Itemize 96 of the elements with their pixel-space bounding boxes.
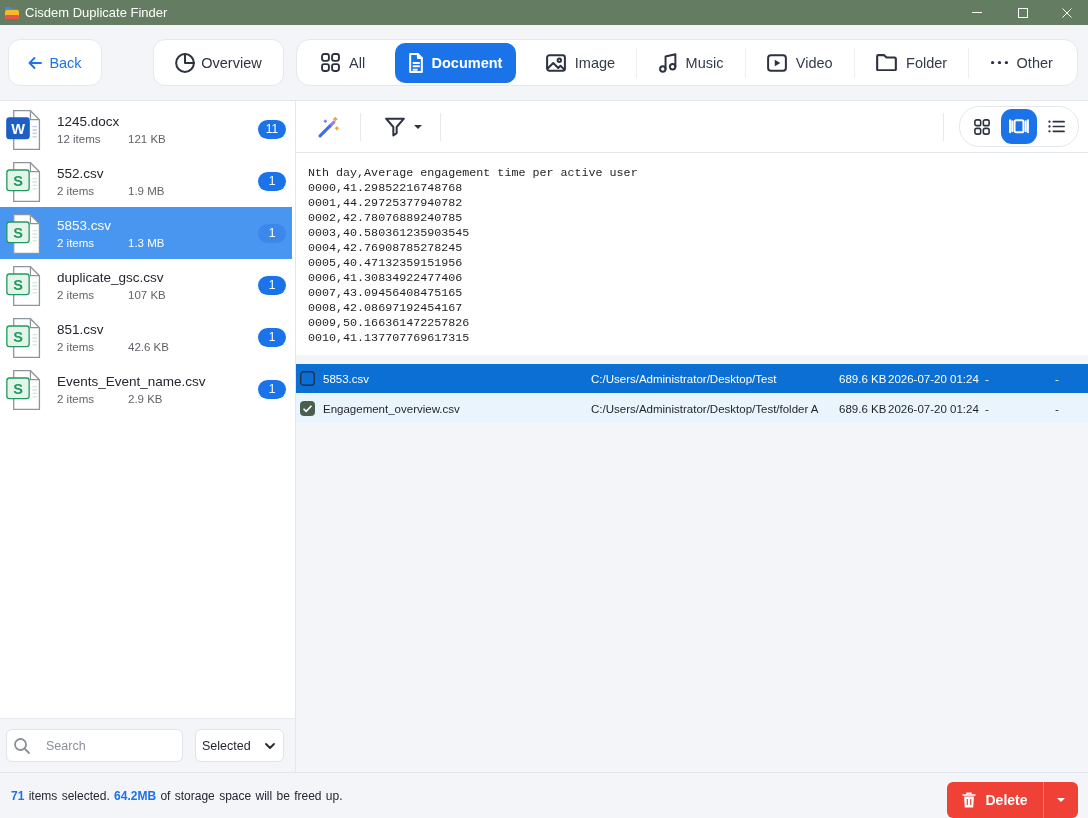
- category-tab[interactable]: Document: [394, 42, 517, 83]
- file-name: 552.csv: [57, 165, 104, 181]
- selection-summary: 71 items selected. 64.2MB of storage space will be freed up.: [11, 788, 343, 803]
- modified-date: 2026-07-20 01:24: [888, 372, 980, 385]
- grid-icon: [321, 53, 340, 72]
- table-cell-text: -: [985, 402, 990, 415]
- filter-icon: [385, 116, 405, 137]
- file-group-item[interactable]: S 5853.csv 2 items 1.3 MB 1: [0, 207, 292, 259]
- item-count: 2 items: [57, 236, 96, 249]
- close-icon: [1062, 7, 1072, 18]
- grid-icon: [974, 118, 990, 135]
- file-size: 121 KB: [128, 132, 166, 145]
- overview-button[interactable]: Overview: [153, 39, 284, 86]
- trash-icon: [962, 791, 977, 808]
- preview-text-line: 0007,43.09456408475165: [308, 286, 463, 301]
- preview-text-line: 0000,41.29852216748768: [308, 181, 463, 196]
- file-row[interactable]: 5853.csv C:/Users/Administrator/Desktop/Test 689.6 KB2026-07-20 01:24 - -: [296, 364, 1088, 393]
- app-logo-icon: [4, 5, 20, 20]
- file-name: duplicate_gsc.csv: [57, 269, 164, 285]
- count-badge: 11: [258, 119, 286, 139]
- file-path: C:/Users/Administrator/Desktop/Test: [591, 372, 778, 385]
- preview-icon: [1009, 119, 1029, 134]
- item-count: 2 items: [57, 392, 96, 405]
- preview-text-line: 0002,42.78076889240785: [308, 211, 463, 226]
- preview-text-line: Nth day,Average engagement time per active user: [308, 166, 638, 181]
- preview-text-line: 0004,42.76908785278245: [308, 241, 463, 256]
- preview-text-line: 0006,41.30834922477406: [308, 271, 463, 286]
- item-count: 2 items: [57, 340, 96, 353]
- pie-chart-icon: [175, 52, 196, 73]
- file-group-item[interactable]: S 552.csv 2 items 1.9 MB 1: [0, 155, 292, 207]
- category-tab[interactable]: Other: [976, 42, 1067, 83]
- delete-options-button[interactable]: [1043, 781, 1078, 818]
- search-field[interactable]: Search: [6, 729, 183, 762]
- play-button-icon: [766, 53, 787, 72]
- table-cell: -: [1055, 372, 1059, 385]
- folder-icon: [876, 53, 898, 72]
- category-tab[interactable]: Image: [531, 42, 630, 83]
- category-tab[interactable]: Folder: [862, 42, 962, 83]
- modified-date: 2026-07-20 01:24: [888, 402, 980, 415]
- dots-icon: [990, 60, 1008, 65]
- checkbox[interactable]: [300, 371, 315, 386]
- delete-button[interactable]: Delete: [947, 781, 1043, 818]
- count-badge: 1: [258, 171, 286, 191]
- table-cell-text: -: [985, 372, 990, 385]
- preview-text-line: 0005,40.47132359151956: [308, 256, 463, 271]
- file-name: 5853.csv: [323, 372, 371, 385]
- preview-text-line: 0001,44.29725377940782: [308, 196, 463, 211]
- scope-dropdown[interactable]: Selected: [195, 729, 284, 762]
- count-badge: 1: [258, 223, 286, 243]
- file-group-item[interactable]: S Events_Event_name.csv 2 items 2.9 KB 1: [0, 363, 292, 415]
- magic-wand-icon: [318, 115, 340, 138]
- preview-text-line: 0003,40.580361235903545: [308, 226, 470, 241]
- category-tab[interactable]: All: [307, 42, 380, 83]
- checkbox[interactable]: [300, 401, 315, 416]
- minimize-icon: [972, 12, 982, 13]
- item-count: 12 items: [57, 132, 102, 145]
- file-size: 42.6 KB: [128, 340, 169, 353]
- image-icon: [545, 53, 566, 72]
- file-size: 689.6 KB: [839, 402, 888, 415]
- file-name: 5853.csv: [57, 217, 112, 233]
- item-count: 2 items: [57, 288, 96, 301]
- preview-text-line: 0008,42.08697192454167: [308, 301, 463, 316]
- category-tab[interactable]: Video: [752, 42, 847, 83]
- table-cell: -: [1055, 402, 1059, 415]
- file-name: Events_Event_name.csv: [57, 373, 206, 389]
- list-icon: [1047, 120, 1065, 133]
- file-name: Engagement_overview.csv: [323, 402, 461, 415]
- caret-down-icon: [1057, 797, 1065, 802]
- maximize-icon: [1018, 7, 1028, 18]
- music-note-icon: [658, 52, 677, 73]
- caret-down-icon: [414, 124, 422, 129]
- count-badge: 1: [258, 327, 286, 347]
- file-name: 1245.docx: [57, 113, 120, 129]
- file-group-item[interactable]: W 1245.docx 12 items 121 KB 11: [0, 103, 292, 155]
- file-path: C:/Users/Administrator/Desktop/Test/folder A: [591, 402, 820, 415]
- file-size: 1.3 MB: [128, 236, 165, 249]
- window-title: Cisdem Duplicate Finder: [25, 5, 168, 20]
- file-size: 1.9 MB: [128, 184, 165, 197]
- file-row[interactable]: Engagement_overview.csv C:/Users/Administrator/Desktop/Test/folder A 689.6 KB2026-07-20 01:24 - -: [296, 394, 1088, 423]
- file-size: 2.9 KB: [128, 392, 163, 405]
- back-button[interactable]: Back: [8, 39, 102, 86]
- file-size: 107 KB: [128, 288, 166, 301]
- file-group-item[interactable]: S 851.csv 2 items 42.6 KB 1: [0, 311, 292, 363]
- file-size: 689.6 KB: [839, 372, 888, 385]
- category-tab[interactable]: Music: [644, 42, 738, 83]
- arrow-left-icon: [28, 56, 43, 69]
- chevron-down-icon: [265, 742, 275, 749]
- search-icon: [14, 738, 30, 754]
- document-icon: [408, 52, 423, 73]
- file-group-item[interactable]: S duplicate_gsc.csv 2 items 107 KB 1: [0, 259, 292, 311]
- count-badge: 1: [258, 379, 286, 399]
- count-badge: 1: [258, 275, 286, 295]
- preview-text-line: 0010,41.137707769617315: [308, 331, 470, 346]
- file-name: 851.csv: [57, 321, 104, 337]
- item-count: 2 items: [57, 184, 96, 197]
- preview-text-line: 0009,50.166361472257826: [308, 316, 470, 331]
